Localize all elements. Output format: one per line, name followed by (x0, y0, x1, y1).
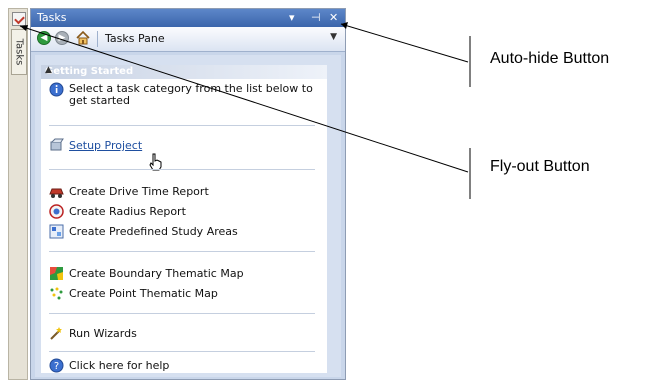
divider (49, 313, 315, 314)
pane-body: Getting Started ▲ Select a task category… (35, 55, 341, 377)
toolbar-separator (97, 31, 98, 47)
forward-button[interactable]: ▶ (55, 31, 69, 45)
setup-project-link[interactable]: Setup Project (49, 137, 323, 155)
task-run-wizards[interactable]: Run Wizards (49, 325, 323, 343)
task-point-map[interactable]: Create Point Thematic Map (49, 285, 323, 303)
tasks-tab[interactable]: Tasks (11, 29, 27, 75)
chevron-down-icon[interactable]: ▼ (330, 32, 337, 42)
auto-hide-button[interactable]: ⊣ (311, 11, 321, 25)
pane-title-bar: Tasks ▾ ⊣ ✕ (31, 9, 345, 27)
task-drive-time[interactable]: Create Drive Time Report (49, 183, 323, 201)
task-boundary-map[interactable]: Create Boundary Thematic Map (49, 265, 323, 283)
task-label: Create Predefined Study Areas (69, 225, 238, 238)
intro-text: Select a task category from the list bel… (69, 82, 313, 107)
car-icon (49, 188, 64, 198)
divider (49, 351, 315, 352)
fly-out-callout: Fly-out Button (490, 158, 590, 175)
setup-project-label[interactable]: Setup Project (69, 139, 142, 152)
auto-hide-pointer (340, 23, 469, 63)
divider (49, 125, 315, 126)
help-link[interactable]: ? Click here for help (49, 357, 323, 375)
divider (49, 251, 315, 252)
pane-title: Tasks (37, 11, 67, 24)
divider (49, 169, 315, 170)
pane-selector[interactable]: Tasks Pane (105, 32, 165, 45)
collapse-icon[interactable]: ▲ (45, 65, 321, 75)
boundary-map-icon (50, 267, 63, 280)
home-icon[interactable] (75, 30, 91, 46)
pane-toolbar: ◀ ▶ Tasks Pane ▼ (31, 27, 345, 52)
setup-project-icon (50, 138, 64, 151)
task-label: Create Point Thematic Map (69, 287, 218, 300)
section-content: Select a task category from the list bel… (41, 79, 327, 373)
info-icon (49, 82, 64, 97)
svg-text:?: ? (54, 361, 59, 372)
wizard-wand-icon (50, 327, 62, 340)
tasks-tab-label: Tasks (13, 38, 25, 66)
point-map-icon (50, 287, 63, 300)
help-icon: ? (49, 358, 64, 373)
tasks-tab-icon[interactable] (12, 12, 26, 26)
task-label: Run Wizards (69, 327, 137, 340)
study-areas-icon (49, 224, 64, 239)
task-predefined-areas[interactable]: Create Predefined Study Areas (49, 223, 323, 241)
task-label: Create Radius Report (69, 205, 186, 218)
intro-text-row: Select a task category from the list bel… (49, 81, 323, 109)
pane-menu-button[interactable]: ▾ (289, 11, 295, 25)
task-radius-report[interactable]: Create Radius Report (49, 203, 323, 221)
task-label: Create Drive Time Report (69, 185, 209, 198)
radius-icon (49, 204, 64, 219)
back-button[interactable]: ◀ (37, 31, 51, 45)
section-header[interactable]: Getting Started ▲ (41, 65, 327, 79)
help-label: Click here for help (69, 359, 170, 372)
close-button[interactable]: ✕ (329, 11, 338, 25)
side-tab-strip: Tasks (8, 8, 28, 380)
task-label: Create Boundary Thematic Map (69, 267, 244, 280)
auto-hide-callout: Auto-hide Button (490, 50, 610, 67)
tasks-pane: Tasks ▾ ⊣ ✕ ◀ ▶ Tasks Pane ▼ Getting Sta… (30, 8, 346, 380)
